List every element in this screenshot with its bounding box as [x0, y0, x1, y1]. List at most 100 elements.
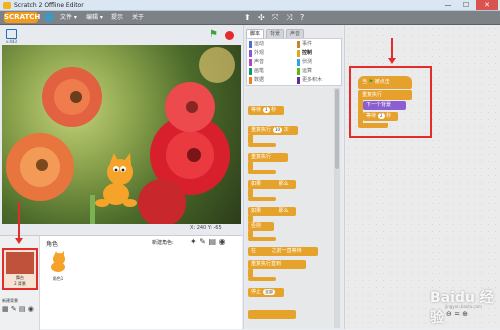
grow-tool-icon[interactable]: ⤧: [272, 13, 278, 22]
category-swatch: [297, 41, 300, 48]
category-events[interactable]: 事件: [297, 40, 312, 49]
stage-canvas[interactable]: [2, 45, 241, 224]
block-repeat-until-foot: [248, 277, 276, 281]
category-label: 画笔: [254, 68, 265, 74]
block-text: 如果: [251, 181, 262, 187]
duplicate-tool-icon[interactable]: ⬆: [244, 13, 251, 22]
baidu-watermark-url: jingyan.baidu.com: [445, 304, 482, 309]
category-swatch: [297, 59, 300, 66]
script-area[interactable]: 当 ⚑ 被点击 重复执行 下一个背景 等待 2 秒 Baidu 经验 jingya…: [344, 25, 500, 329]
menubar: SCRATCH 🌐 文件 ▾ 编辑 ▾ 提示 关于 ⬆ ✣ ⤧ ⤨ ?: [0, 11, 500, 25]
tab-scripts[interactable]: 脚本: [246, 29, 264, 38]
minimize-button[interactable]: —: [440, 0, 456, 10]
stage-thumbnail-column: 舞台 2 背景 新建背景 ▦ ✎ ▤ ◉: [0, 236, 40, 330]
category-looks[interactable]: 外观: [249, 49, 264, 58]
category-data[interactable]: 数据: [249, 76, 264, 85]
palette-scroll-thumb[interactable]: [335, 89, 339, 169]
category-panel: 运动 事件 外观 控制 声音 侦测 画笔 运算 数据 更多积木: [246, 38, 342, 86]
stop-icon[interactable]: [225, 31, 234, 40]
delete-tool-icon[interactable]: ✣: [258, 13, 265, 22]
block-text: 等待: [251, 107, 262, 113]
forever-block[interactable]: 重复执行: [358, 90, 412, 100]
block-if-else[interactable]: 如果 那么: [248, 207, 296, 216]
block-if-foot: [248, 197, 276, 201]
block-else-foot: [248, 237, 276, 241]
category-sound[interactable]: 声音: [249, 58, 264, 67]
category-label: 控制: [302, 50, 313, 56]
block-wait-until[interactable]: 在 之前一直等待: [248, 247, 318, 256]
block-text: 秒: [386, 113, 392, 119]
wait-block[interactable]: 等待 2 秒: [363, 112, 398, 121]
block-forever[interactable]: 重复执行: [248, 153, 288, 162]
menu-file[interactable]: 文件 ▾: [60, 13, 77, 22]
block-repeat-foot: [248, 143, 276, 147]
arrow-head-script: [388, 58, 396, 64]
block-partial[interactable]: [248, 310, 296, 319]
block-stop[interactable]: 停止 全部: [248, 288, 284, 297]
block-text: 秒: [271, 107, 277, 113]
scratch-logo: SCRATCH: [4, 12, 41, 23]
category-label: 事件: [302, 41, 313, 47]
block-repeat-until[interactable]: 重复执行直到: [248, 260, 306, 269]
new-backdrop-icons[interactable]: ▦ ✎ ▤ ◉: [2, 305, 34, 313]
app-icon: [3, 2, 11, 9]
menu-edit[interactable]: 编辑 ▾: [86, 13, 103, 22]
block-text: 之前一直等待: [271, 248, 302, 254]
block-text: 次: [283, 127, 289, 133]
new-sprite-icons[interactable]: ✦ ✎ ▤ ◉: [190, 237, 226, 246]
tab-backdrops[interactable]: 背景: [266, 29, 284, 38]
category-swatch: [297, 50, 300, 57]
maximize-button[interactable]: ☐: [458, 0, 474, 10]
stage-backdrop-flowers: [6, 47, 235, 224]
block-text: 那么: [278, 208, 289, 214]
cat-sprite: [95, 153, 137, 207]
category-motion[interactable]: 运动: [249, 40, 264, 49]
block-wait[interactable]: 等待 1 秒: [248, 106, 284, 115]
stage-area: v.443 ⚑ X: 240 Y: -65: [0, 25, 242, 235]
block-repeat[interactable]: 重复执行 10 次: [248, 126, 298, 135]
globe-icon[interactable]: 🌐: [44, 13, 54, 22]
fullscreen-icon[interactable]: [6, 29, 17, 39]
green-flag-icon[interactable]: ⚑: [209, 30, 218, 40]
category-operators[interactable]: 运算: [297, 67, 312, 76]
category-sensing[interactable]: 侦测: [297, 58, 312, 67]
tab-sounds[interactable]: 声音: [286, 29, 304, 38]
arrow-head-stage: [15, 238, 23, 244]
category-pen[interactable]: 画笔: [249, 67, 264, 76]
block-text: 被点击: [374, 79, 390, 85]
window-titlebar: Scratch 2 Offline Editor — ☐ ✕: [0, 0, 500, 11]
sprite-panel: 舞台 2 背景 新建背景 ▦ ✎ ▤ ◉ 角色 新建角色: ✦ ✎ ▤ ◉ 角色…: [0, 202, 242, 330]
block-slot[interactable]: 全部: [263, 288, 276, 295]
block-if-then[interactable]: 如果 那么: [248, 180, 296, 189]
block-palette: 等待 1 秒 重复执行 10 次 重复执行 如果 那么 如果 那么 否则 在 之前一…: [246, 88, 334, 328]
category-label: 声音: [254, 59, 265, 65]
category-more-blocks[interactable]: 更多积木: [297, 76, 322, 85]
close-button[interactable]: ✕: [476, 0, 498, 10]
block-forever-foot: [248, 170, 276, 174]
menu-about[interactable]: 关于: [132, 13, 144, 22]
when-flag-clicked-block[interactable]: 当 ⚑ 被点击: [358, 76, 412, 89]
menu-tips[interactable]: 提示: [111, 13, 123, 22]
sprite-thumb-cat[interactable]: 角色1: [45, 250, 71, 284]
zoom-controls[interactable]: ⊖ = ⊕: [446, 310, 468, 318]
category-swatch: [297, 68, 300, 75]
block-text: 那么: [278, 181, 289, 187]
category-swatch: [249, 77, 252, 84]
category-label: 运动: [254, 41, 265, 47]
block-text: 重复执行: [251, 127, 272, 133]
block-slot[interactable]: 2: [378, 112, 385, 119]
category-label: 侦测: [302, 59, 313, 65]
shrink-tool-icon[interactable]: ⤨: [286, 13, 292, 22]
help-tool-icon[interactable]: ?: [300, 13, 304, 22]
forever-block-foot: [358, 123, 388, 128]
block-text: 在: [251, 248, 257, 254]
block-slot[interactable]: 10: [273, 126, 283, 133]
block-text: 停止: [251, 289, 262, 295]
next-backdrop-block[interactable]: 下一个背景: [363, 101, 406, 110]
block-text: 当: [362, 79, 368, 85]
category-control[interactable]: 控制: [297, 49, 312, 58]
new-sprite-label: 新建角色:: [152, 240, 174, 246]
arrow-line-script: [391, 38, 393, 60]
category-swatch: [249, 59, 252, 66]
block-slot[interactable]: 1: [263, 106, 270, 113]
